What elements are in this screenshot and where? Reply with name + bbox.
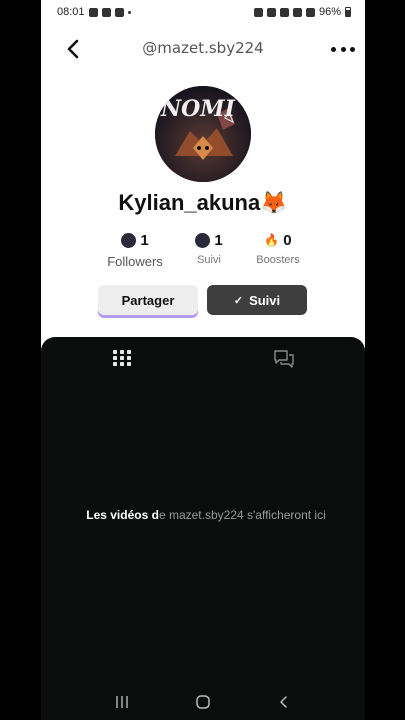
comments-icon bbox=[274, 350, 294, 368]
profile-header: @mazet.sby224 bbox=[41, 28, 365, 68]
back-arrow-icon bbox=[280, 696, 288, 708]
home-button[interactable] bbox=[193, 692, 213, 712]
followers-label: Followers bbox=[107, 254, 163, 269]
checkmark-icon: ✓ bbox=[233, 294, 244, 307]
more-options-button[interactable] bbox=[331, 40, 355, 58]
profile-stats: 1 Followers 1 Suivi 🔥 0 Boosters bbox=[41, 230, 365, 270]
following-stat[interactable]: 1 Suivi bbox=[185, 230, 233, 266]
following-button-label: Suivi bbox=[249, 292, 281, 308]
more-dot-icon bbox=[331, 46, 336, 52]
back-nav-button[interactable] bbox=[274, 692, 294, 712]
status-bar: 08:01 96% bbox=[41, 0, 365, 24]
avatar[interactable]: NOMI bbox=[155, 86, 251, 182]
boosters-count: 0 bbox=[283, 231, 292, 249]
battery-icon bbox=[345, 7, 351, 17]
flame-icon: 🔥 bbox=[264, 233, 280, 247]
status-right: 96% bbox=[253, 6, 351, 18]
empty-videos-message: Les vidéos de mazet.sby224 s'afficheront… bbox=[81, 507, 331, 523]
system-nav-bar bbox=[41, 684, 365, 720]
avatar-logo-text: NOMI bbox=[160, 96, 236, 122]
alarm-icon bbox=[266, 7, 276, 17]
followers-count-row: 1 bbox=[107, 230, 163, 250]
share-button[interactable]: Partager bbox=[98, 285, 198, 315]
recents-button[interactable] bbox=[112, 692, 132, 712]
following-avatar-icon bbox=[195, 232, 211, 248]
app-screen: 08:01 96% @mazet.sby224 NOMI Kylian_akun… bbox=[41, 0, 365, 720]
avatar-image: NOMI bbox=[155, 86, 251, 182]
youtube-icon bbox=[101, 7, 111, 17]
followers-count: 1 bbox=[140, 231, 149, 249]
tab-comments[interactable] bbox=[273, 349, 295, 369]
youtube-icon-2 bbox=[114, 7, 124, 17]
boosters-label: Boosters bbox=[256, 254, 300, 266]
battery-percent: 96% bbox=[318, 6, 341, 18]
empty-message-rest: e mazet.sby224 s'afficheront ici bbox=[158, 508, 326, 522]
followers-stat[interactable]: 1 Followers bbox=[107, 230, 163, 270]
recents-icon bbox=[115, 696, 128, 708]
follower-avatar-icon bbox=[121, 232, 137, 248]
empty-message-strong: Les vidéos d bbox=[86, 508, 159, 522]
status-left: 08:01 bbox=[57, 6, 131, 18]
signal-icon bbox=[305, 7, 315, 17]
mute-icon bbox=[279, 7, 289, 17]
back-button[interactable] bbox=[63, 38, 85, 60]
status-time: 08:01 bbox=[57, 6, 85, 18]
more-dot-icon bbox=[350, 46, 355, 52]
lock-icon bbox=[253, 7, 263, 17]
boosters-count-row: 🔥 0 bbox=[253, 230, 303, 250]
more-dot-icon bbox=[340, 46, 346, 52]
home-icon bbox=[196, 695, 210, 709]
wifi-icon bbox=[292, 7, 302, 17]
boosters-stat[interactable]: 🔥 0 Boosters bbox=[253, 230, 303, 267]
content-panel: Les vidéos de mazet.sby224 s'afficheront… bbox=[41, 337, 365, 720]
display-name: Kylian_akuna🦊 bbox=[118, 190, 288, 215]
following-label: Suivi bbox=[197, 254, 221, 266]
notification-dot-icon bbox=[127, 10, 131, 14]
page-title: @mazet.sby224 bbox=[142, 39, 264, 57]
following-count: 1 bbox=[214, 231, 223, 249]
gallery-icon bbox=[88, 7, 98, 17]
tab-videos[interactable] bbox=[113, 350, 131, 366]
following-button[interactable]: ✓ Suivi bbox=[207, 285, 307, 315]
following-count-row: 1 bbox=[185, 230, 233, 250]
chevron-left-icon bbox=[67, 39, 79, 59]
grid-icon bbox=[113, 350, 131, 366]
